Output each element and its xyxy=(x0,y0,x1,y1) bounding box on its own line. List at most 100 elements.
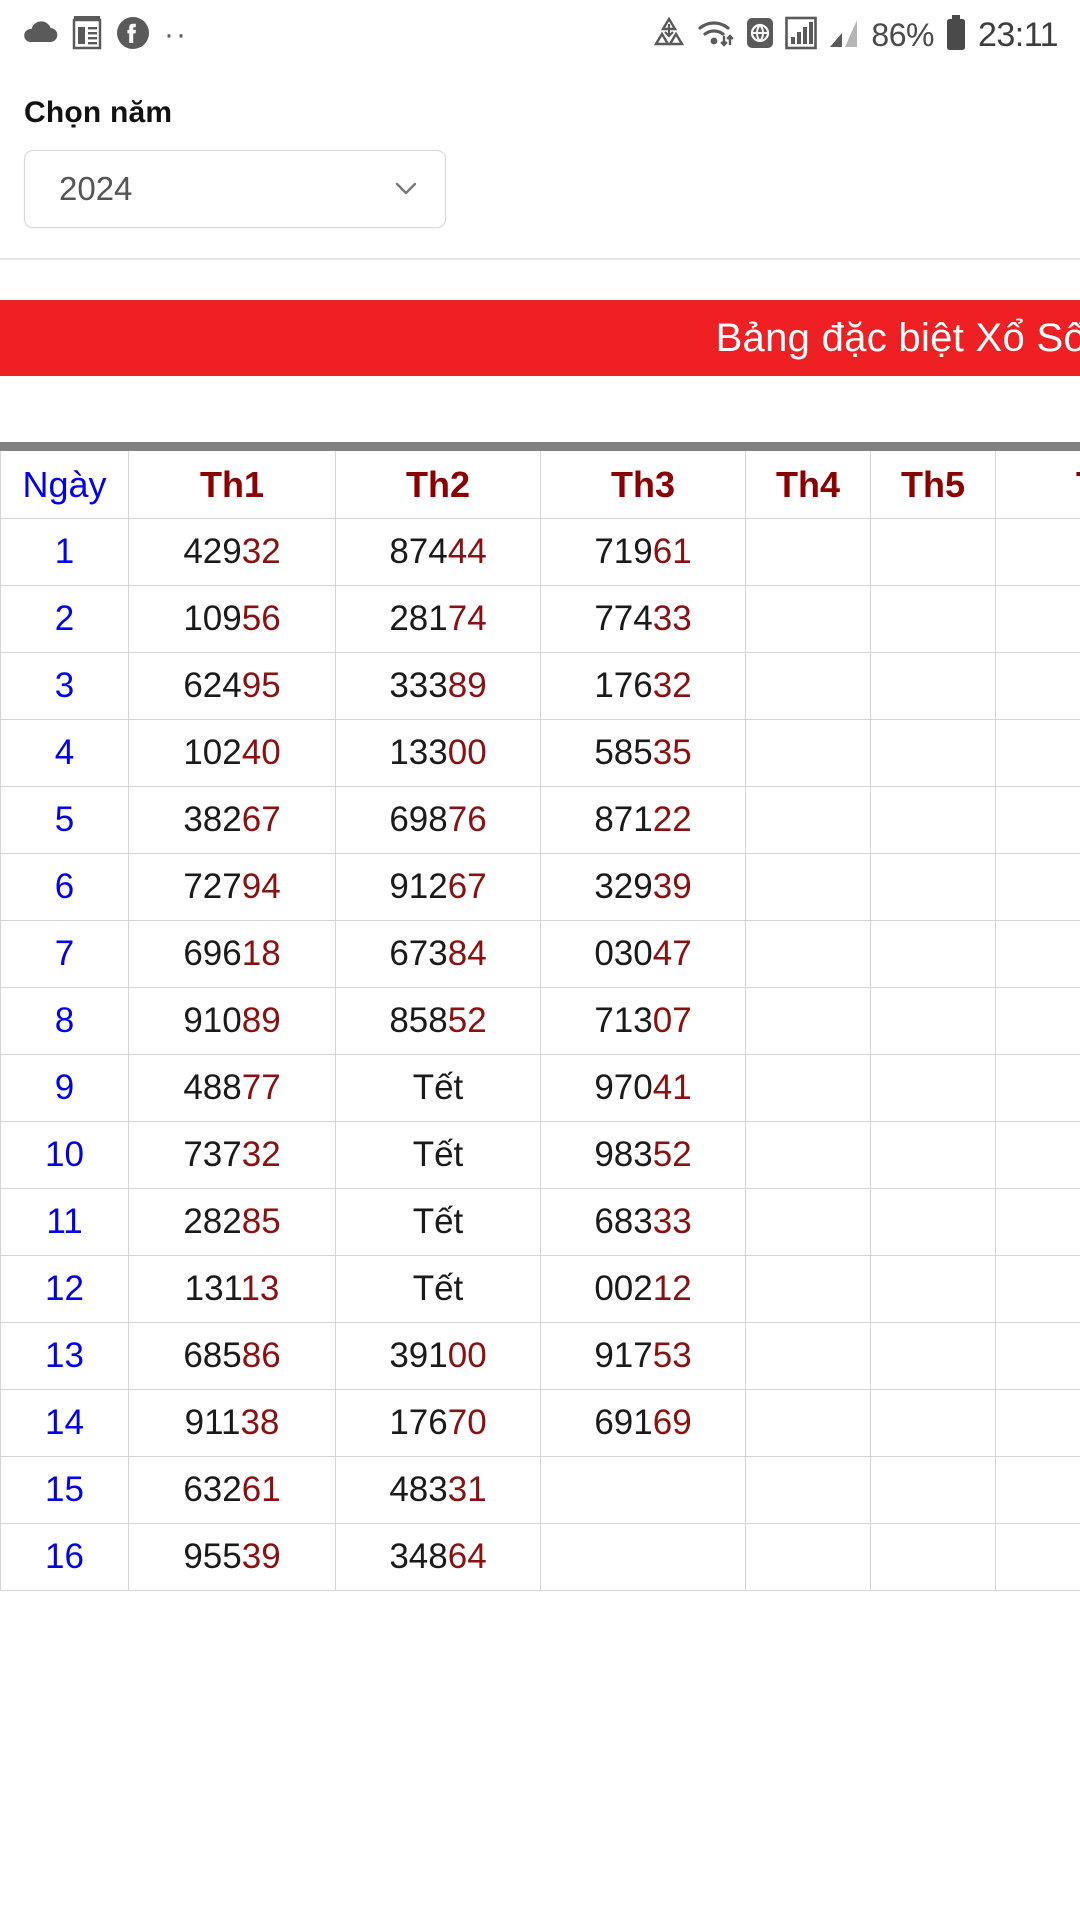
number-prefix: 102 xyxy=(183,733,242,772)
result-number-cell: 03047 xyxy=(540,920,746,988)
year-selector-section: Chọn năm 2024 xyxy=(0,70,1080,258)
number-suffix: 39 xyxy=(652,867,692,906)
result-number-cell: 71961 xyxy=(540,518,746,586)
empty-cell xyxy=(995,1121,1080,1189)
number-prefix: 737 xyxy=(183,1135,242,1174)
number-suffix: 07 xyxy=(652,1001,692,1040)
notes-icon xyxy=(72,15,102,55)
status-bar: ·· 86% 23:11 xyxy=(0,0,1080,70)
number-suffix: 32 xyxy=(652,666,692,705)
result-number-cell: 91267 xyxy=(335,853,541,921)
number-prefix: 713 xyxy=(594,1001,653,1040)
sim-globe-icon xyxy=(746,16,774,55)
number-prefix: 983 xyxy=(594,1135,653,1174)
empty-cell xyxy=(745,652,871,720)
number-prefix: 673 xyxy=(389,934,448,973)
number-suffix: 32 xyxy=(241,532,281,571)
result-number-cell: 68333 xyxy=(540,1188,746,1256)
page-title-banner: Bảng đặc biệt Xổ Số xyxy=(0,300,1080,376)
empty-cell xyxy=(870,1255,996,1323)
status-bar-right-icons: 86% 23:11 xyxy=(652,14,1059,56)
lottery-table-container[interactable]: Ngày Th1 Th2 Th3 Th4 Th5 Th6 14293287444… xyxy=(0,442,1080,1591)
day-cell: 11 xyxy=(0,1188,129,1256)
empty-cell xyxy=(870,652,996,720)
day-cell: 12 xyxy=(0,1255,129,1323)
empty-cell xyxy=(745,518,871,586)
result-number-cell: 32939 xyxy=(540,853,746,921)
number-suffix: 74 xyxy=(447,599,487,638)
number-prefix: 176 xyxy=(389,1403,448,1442)
number-prefix: 970 xyxy=(594,1068,653,1107)
empty-cell xyxy=(995,518,1080,586)
number-prefix: 002 xyxy=(594,1269,653,1308)
result-number-cell: 91089 xyxy=(128,987,336,1055)
wifi-data-icon xyxy=(697,16,735,55)
day-cell: 6 xyxy=(0,853,129,921)
number-suffix: 12 xyxy=(652,1269,692,1308)
battery-percent-label: 86% xyxy=(871,16,934,53)
number-suffix: 94 xyxy=(241,867,281,906)
result-number-cell: 73732 xyxy=(128,1121,336,1189)
table-row: 15 63261 48331 xyxy=(0,1456,1080,1524)
number-suffix: 47 xyxy=(652,934,692,973)
result-number-cell: 48877 xyxy=(128,1054,336,1122)
empty-cell xyxy=(995,987,1080,1055)
empty-cell xyxy=(995,1389,1080,1457)
result-number-cell: 91753 xyxy=(540,1322,746,1390)
result-number-cell: 17670 xyxy=(335,1389,541,1457)
table-row: 8 91089 85852 71307 xyxy=(0,987,1080,1055)
day-cell: 15 xyxy=(0,1456,129,1524)
number-suffix: 84 xyxy=(447,934,487,973)
number-suffix: 64 xyxy=(447,1537,487,1576)
number-prefix: 912 xyxy=(389,867,448,906)
day-cell: 3 xyxy=(0,652,129,720)
number-prefix: 858 xyxy=(389,1001,448,1040)
empty-cell xyxy=(745,1054,871,1122)
number-suffix: 32 xyxy=(241,1135,281,1174)
empty-cell xyxy=(870,585,996,653)
number-prefix: 683 xyxy=(594,1202,653,1241)
result-number-cell: 62495 xyxy=(128,652,336,720)
empty-cell xyxy=(995,1054,1080,1122)
empty-cell xyxy=(995,585,1080,653)
number-suffix: 31 xyxy=(447,1470,487,1509)
number-prefix: 917 xyxy=(594,1336,653,1375)
number-prefix: 632 xyxy=(183,1470,242,1509)
result-number-cell: 95539 xyxy=(128,1523,336,1591)
empty-cell xyxy=(745,1456,871,1524)
result-number-cell: 58535 xyxy=(540,719,746,787)
clock-label: 23:11 xyxy=(977,15,1059,54)
number-suffix: 70 xyxy=(447,1403,487,1442)
number-prefix: 719 xyxy=(594,532,653,571)
result-number-cell: 28174 xyxy=(335,585,541,653)
number-suffix: 00 xyxy=(447,1336,487,1375)
number-prefix: 871 xyxy=(594,800,653,839)
number-suffix: 40 xyxy=(241,733,281,772)
battery-icon xyxy=(945,14,967,56)
result-number-cell: 87122 xyxy=(540,786,746,854)
day-cell: 5 xyxy=(0,786,129,854)
number-prefix: 691 xyxy=(594,1403,653,1442)
table-row: 5 38267 69876 87122 xyxy=(0,786,1080,854)
status-bar-left-icons: ·· xyxy=(22,15,188,55)
empty-cell xyxy=(870,1389,996,1457)
result-number-cell: 67384 xyxy=(335,920,541,988)
result-number-cell: 72794 xyxy=(128,853,336,921)
page-title: Bảng đặc biệt Xổ Số xyxy=(715,315,1080,360)
empty-cell xyxy=(870,786,996,854)
table-row: 10 73732 Tết 98352 xyxy=(0,1121,1080,1189)
empty-cell xyxy=(745,1322,871,1390)
holiday-cell: Tết xyxy=(335,1054,541,1122)
result-number-cell: 71307 xyxy=(540,987,746,1055)
empty-cell xyxy=(995,719,1080,787)
empty-cell xyxy=(745,1188,871,1256)
empty-cell xyxy=(870,719,996,787)
table-row: 1 42932 87444 71961 xyxy=(0,518,1080,586)
number-suffix: 18 xyxy=(241,934,281,973)
empty-cell xyxy=(870,1188,996,1256)
column-header-th3: Th3 xyxy=(540,446,746,519)
year-select[interactable]: 2024 xyxy=(24,150,446,228)
holiday-cell: Tết xyxy=(335,1255,541,1323)
empty-cell xyxy=(870,920,996,988)
result-number-cell: 13300 xyxy=(335,719,541,787)
